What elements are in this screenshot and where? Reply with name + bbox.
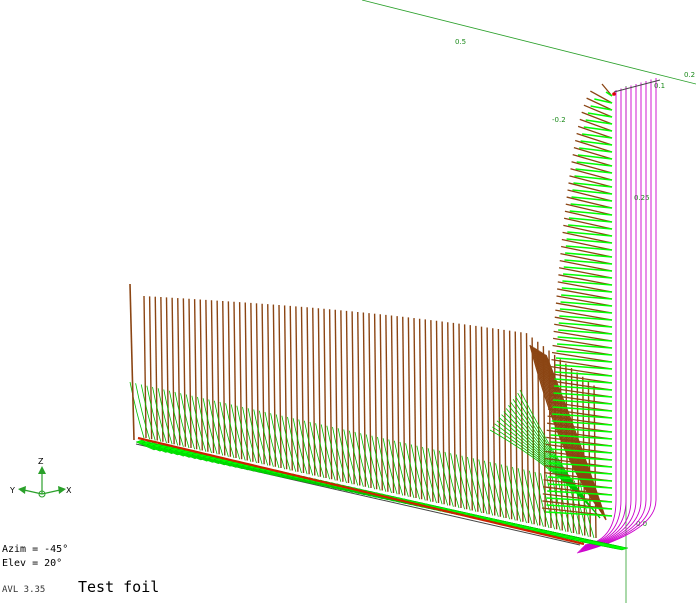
lift-vector (458, 323, 462, 509)
lift-vector (345, 310, 350, 484)
lift-vector (475, 325, 479, 512)
tip-vector (129, 283, 135, 441)
lift-vector (463, 324, 468, 510)
lift-vector (373, 313, 378, 490)
lift-vector (328, 309, 333, 480)
version-label: AVL 3.35 (2, 585, 46, 595)
lift-vector (385, 314, 389, 492)
avl-geometry-view[interactable]: 0.5 0.2 0.1 -0.2 0.25 0.0 Z Y X Azim = -… (0, 0, 696, 603)
lift-vector (199, 299, 203, 451)
fin-surface-line (550, 441, 613, 447)
triad-y-label: Y (9, 486, 15, 495)
axis-line-x (361, 0, 696, 85)
lift-vector (503, 329, 507, 519)
triad-z-label: Z (38, 457, 44, 466)
lift-vector (233, 301, 237, 459)
lift-vector (430, 320, 434, 502)
lift-vector (182, 298, 187, 447)
lift-vector (559, 359, 563, 531)
lift-vector (469, 325, 473, 511)
lift-vector (312, 307, 316, 476)
lift-vector (306, 307, 310, 475)
lift-vector (283, 305, 288, 470)
lift-vector (368, 313, 372, 489)
lift-vector (165, 297, 170, 444)
lift-vector (407, 317, 412, 497)
lift-vector (216, 300, 220, 455)
lift-vector (424, 319, 428, 501)
lift-vector (396, 316, 400, 495)
tick-label-0: 0.5 (455, 38, 466, 46)
lift-vector (435, 320, 440, 504)
lift-vectors (129, 83, 613, 539)
lift-vector (441, 321, 445, 505)
lift-vector (334, 309, 338, 481)
lift-vector (492, 328, 496, 516)
lift-vector (160, 297, 164, 442)
fin-tip-marker (612, 92, 616, 96)
plot-title: Test foil (78, 578, 160, 596)
lift-vector (480, 326, 485, 514)
triad-x-label: X (66, 486, 72, 495)
lift-vector (250, 302, 254, 462)
elevation-readout: Elev = 20° (2, 558, 63, 569)
lift-vector (227, 301, 232, 457)
lift-vector (278, 304, 282, 469)
lift-vector (508, 330, 513, 520)
lift-vector (357, 311, 361, 486)
lift-vector (340, 310, 344, 482)
lift-vector (413, 318, 417, 499)
lift-vector (188, 298, 192, 449)
lift-vector (300, 306, 305, 474)
lift-vector (261, 303, 265, 465)
lift-vector (447, 322, 451, 506)
lift-vector (143, 295, 147, 439)
lift-vector (418, 318, 423, 500)
lift-vector (193, 299, 198, 450)
lift-vector (379, 314, 383, 491)
axis-triad-icon: Z Y X (9, 457, 72, 498)
lift-vector (323, 308, 327, 479)
lift-vector (272, 304, 277, 467)
lift-vector (148, 296, 153, 440)
lift-vector (531, 337, 535, 525)
lift-vector (154, 296, 158, 441)
lift-vector (351, 311, 355, 485)
lift-vector (317, 308, 322, 477)
lift-vector (267, 304, 271, 466)
lift-vector (295, 306, 299, 472)
lift-vector (452, 322, 457, 507)
tick-label-1: 0.2 (684, 71, 695, 79)
lift-vector (177, 298, 181, 446)
tick-label-3: -0.2 (552, 116, 566, 124)
lift-vector (238, 302, 243, 460)
lift-vector (362, 312, 367, 487)
lift-vector (244, 302, 248, 461)
azimuth-readout: Azim = -45° (2, 544, 69, 555)
lift-vector (222, 300, 226, 456)
lift-vector (205, 299, 209, 452)
lift-vector (289, 305, 293, 471)
lift-vector (514, 331, 518, 521)
lift-vector (210, 300, 215, 454)
wing-plot-canvas[interactable]: 0.5 0.2 0.1 -0.2 0.25 0.0 Z Y X (0, 0, 696, 603)
lift-vector (255, 303, 260, 464)
lift-vector (402, 316, 406, 496)
lift-vector (390, 315, 395, 494)
lift-vector (171, 297, 175, 445)
lift-vector (486, 327, 490, 515)
